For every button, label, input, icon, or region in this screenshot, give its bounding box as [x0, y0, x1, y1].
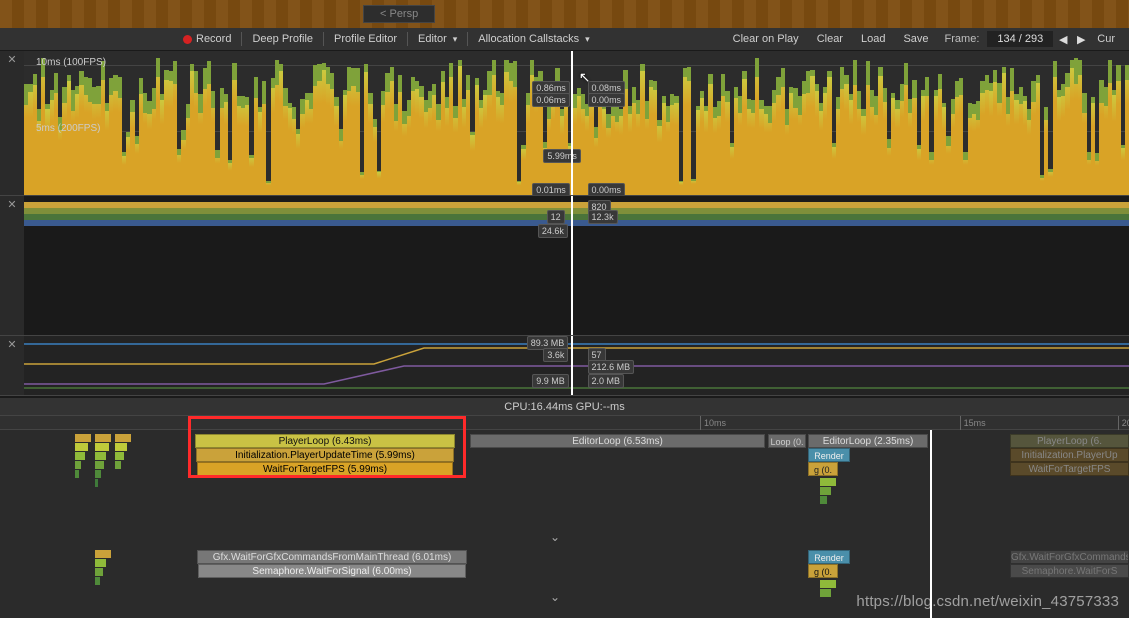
value-badge: 12 [547, 210, 565, 224]
stack-column [95, 550, 111, 586]
chevron-down-icon[interactable]: ⌄ [550, 590, 560, 604]
timeline-block-gfx[interactable]: Gfx.WaitForGfxCommandsFromMainThread (6.… [197, 550, 467, 564]
load-button[interactable]: Load [853, 31, 893, 47]
timeline-header: CPU:16.44ms GPU:--ms [0, 398, 1129, 416]
value-badge: 12.3k [588, 210, 618, 224]
value-badge: 24.6k [538, 224, 568, 238]
close-icon[interactable]: ✕ [0, 336, 24, 395]
timeline-block-editorloop[interactable]: EditorLoop (6.53ms) [470, 434, 765, 448]
timeline-pane: CPU:16.44ms GPU:--ms 10ms 15ms 20m Playe… [0, 396, 1129, 618]
ruler-tick: 20m [1118, 416, 1129, 430]
value-badge: 0.00ms [588, 93, 626, 107]
chevron-down-icon[interactable]: ⌄ [550, 530, 560, 544]
value-badge: 5.99ms [543, 149, 581, 163]
profiler-toolbar: Record Deep Profile Profile Editor Edito… [0, 28, 1129, 51]
value-badge: 0.00ms [588, 183, 626, 195]
current-button[interactable]: Cur [1091, 31, 1123, 47]
ruler-tick: 10ms [700, 416, 726, 430]
memory-lines [24, 336, 1129, 395]
stack-column [820, 478, 836, 505]
value-badge: 3.6k [543, 348, 568, 362]
close-icon[interactable]: ✕ [0, 51, 24, 195]
gridline-5ms: 5ms (200FPS) [36, 123, 100, 134]
timeline-block-sema[interactable]: Semaphore.WaitForSignal (6.00ms) [198, 564, 466, 578]
separator [467, 32, 468, 46]
timeline-block-render-sub[interactable]: g (0. [808, 462, 838, 476]
close-icon[interactable]: ✕ [0, 196, 24, 335]
watermark: https://blog.csdn.net/weixin_43757333 [856, 593, 1119, 610]
timeline-block-render[interactable]: Render [808, 448, 850, 462]
cpu-usage-row: ✕ 10ms (100FPS) 5ms (200FPS) ↖ 0.86ms 0.… [0, 51, 1129, 196]
alloc-callstacks-dropdown[interactable]: Allocation Callstacks▾ [470, 31, 597, 47]
timeline-block-dim: WaitForTargetFPS [1010, 462, 1129, 476]
value-badge: 0.06ms [532, 93, 570, 107]
ruler-tick: 15ms [960, 416, 986, 430]
timeline-block-loop[interactable]: Loop (0. [768, 434, 806, 448]
cpu-graph-bars [24, 51, 1129, 195]
playhead-scrubber[interactable] [930, 430, 932, 618]
frame-count[interactable]: 134 / 293 [987, 31, 1053, 47]
prev-frame-button[interactable]: ◀ [1055, 33, 1071, 46]
memory-row: ✕ 89.3 MB 3.6k 57 212.6 MB 9.9 MB 2.0 MB [0, 336, 1129, 396]
preview-strip: < Persp [0, 0, 1129, 28]
memory-chart[interactable]: 89.3 MB 3.6k 57 212.6 MB 9.9 MB 2.0 MB [24, 336, 1129, 395]
preview-thumbnails [0, 0, 1129, 28]
timeline-block-wait[interactable]: WaitForTargetFPS (5.99ms) [197, 462, 453, 476]
persp-label[interactable]: < Persp [363, 5, 435, 23]
chart-2[interactable]: 12 820 12.3k 24.6k [24, 196, 1129, 335]
chart-row-2: ✕ 12 820 12.3k 24.6k [0, 196, 1129, 336]
separator [241, 32, 242, 46]
stacked-lines [24, 202, 1129, 226]
stack-column [95, 434, 111, 488]
chevron-down-icon: ▾ [453, 34, 458, 45]
value-badge: 212.6 MB [588, 360, 635, 374]
chevron-down-icon: ▾ [585, 34, 590, 45]
record-label: Record [196, 33, 231, 45]
stack-column [75, 434, 91, 479]
editor-dropdown[interactable]: Editor▾ [410, 31, 465, 47]
timeline-block[interactable]: g (0. [808, 564, 838, 578]
timeline-body[interactable]: PlayerLoop (6.43ms) Initialization.Playe… [0, 430, 1129, 618]
cursor-icon: ↖ [579, 69, 591, 86]
separator [407, 32, 408, 46]
timeline-block-render2[interactable]: Render [808, 550, 850, 564]
clear-on-play-button[interactable]: Clear on Play [725, 31, 807, 47]
save-button[interactable]: Save [895, 31, 936, 47]
timeline-block-editorloop2[interactable]: EditorLoop (2.35ms) [808, 434, 928, 448]
playhead-scrubber[interactable] [571, 51, 573, 195]
frame-label: Frame: [939, 33, 986, 45]
value-badge: 9.9 MB [532, 374, 569, 388]
cpu-usage-chart[interactable]: 10ms (100FPS) 5ms (200FPS) ↖ 0.86ms 0.06… [24, 51, 1129, 195]
separator [323, 32, 324, 46]
clear-button[interactable]: Clear [809, 31, 851, 47]
playhead-scrubber[interactable] [571, 196, 573, 335]
timeline-block-playerloop[interactable]: PlayerLoop (6.43ms) [195, 434, 455, 448]
profiler-panels: ✕ 10ms (100FPS) 5ms (200FPS) ↖ 0.86ms 0.… [0, 51, 1129, 618]
stack-column [820, 580, 836, 598]
playhead-scrubber[interactable] [571, 336, 573, 395]
profile-editor-button[interactable]: Profile Editor [326, 31, 405, 47]
record-button[interactable]: Record [175, 31, 239, 47]
deep-profile-button[interactable]: Deep Profile [244, 31, 321, 47]
timeline-block-dim: Semaphore.WaitForS [1010, 564, 1129, 578]
record-dot-icon [183, 35, 192, 44]
timeline-block-dim: Initialization.PlayerUp [1010, 448, 1129, 462]
next-frame-button[interactable]: ▶ [1073, 33, 1089, 46]
value-badge: 2.0 MB [588, 374, 625, 388]
timeline-block-init[interactable]: Initialization.PlayerUpdateTime (5.99ms) [196, 448, 454, 462]
stack-column [115, 434, 131, 470]
gridline-10ms: 10ms (100FPS) [36, 57, 106, 68]
timeline-block-dim: PlayerLoop (6. [1010, 434, 1129, 448]
timeline-block-dim: Gfx.WaitForGfxCommandsFrom [1010, 550, 1129, 564]
timeline-ruler[interactable]: 10ms 15ms 20m [0, 416, 1129, 430]
value-badge: 0.01ms [532, 183, 570, 195]
